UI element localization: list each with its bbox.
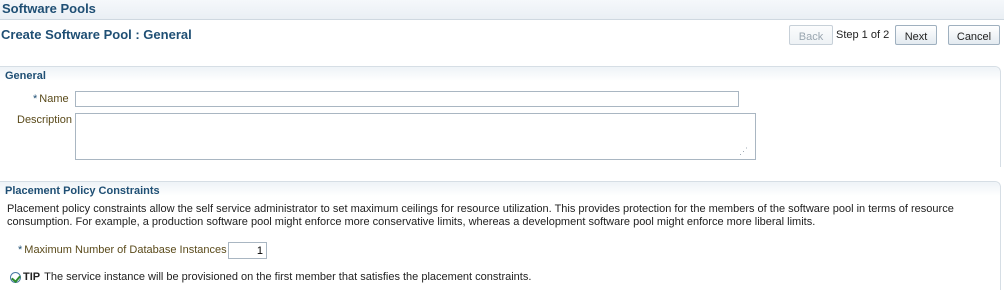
required-marker: *	[33, 93, 38, 105]
app-title: Software Pools	[2, 1, 96, 16]
tip-check-icon	[10, 271, 21, 283]
max-db-label: Maximum Number of Database Instances	[24, 244, 227, 256]
description-field-label: Description	[17, 114, 72, 126]
next-button[interactable]: Next	[895, 25, 937, 45]
cancel-button[interactable]: Cancel	[948, 25, 1000, 45]
description-label: Description	[17, 114, 73, 126]
max-db-field-label: * Maximum Number of Database Instances	[18, 244, 227, 256]
resize-grip-icon[interactable]: ⋰	[739, 145, 751, 157]
tip-row: TIP The service instance will be provisi…	[10, 271, 531, 283]
general-section-header	[0, 67, 1000, 81]
back-button[interactable]: Back	[789, 25, 833, 45]
app-header: Software Pools	[0, 0, 1004, 20]
name-input[interactable]	[75, 91, 739, 107]
name-label: Name	[39, 93, 69, 105]
placement-description: Placement policy constraints allow the s…	[7, 203, 954, 228]
name-field-label: * Name	[33, 93, 69, 105]
step-indicator: Step 1 of 2	[836, 29, 890, 41]
required-marker: *	[18, 244, 23, 256]
tip-label: TIP	[23, 271, 41, 283]
description-textarea[interactable]	[75, 113, 756, 160]
general-section-title: General	[5, 70, 46, 82]
tip-text: The service instance will be provisioned…	[44, 271, 532, 283]
placement-section-title: Placement Policy Constraints	[5, 185, 160, 197]
page-title: Create Software Pool : General	[1, 27, 192, 42]
max-db-input[interactable]	[228, 242, 267, 259]
